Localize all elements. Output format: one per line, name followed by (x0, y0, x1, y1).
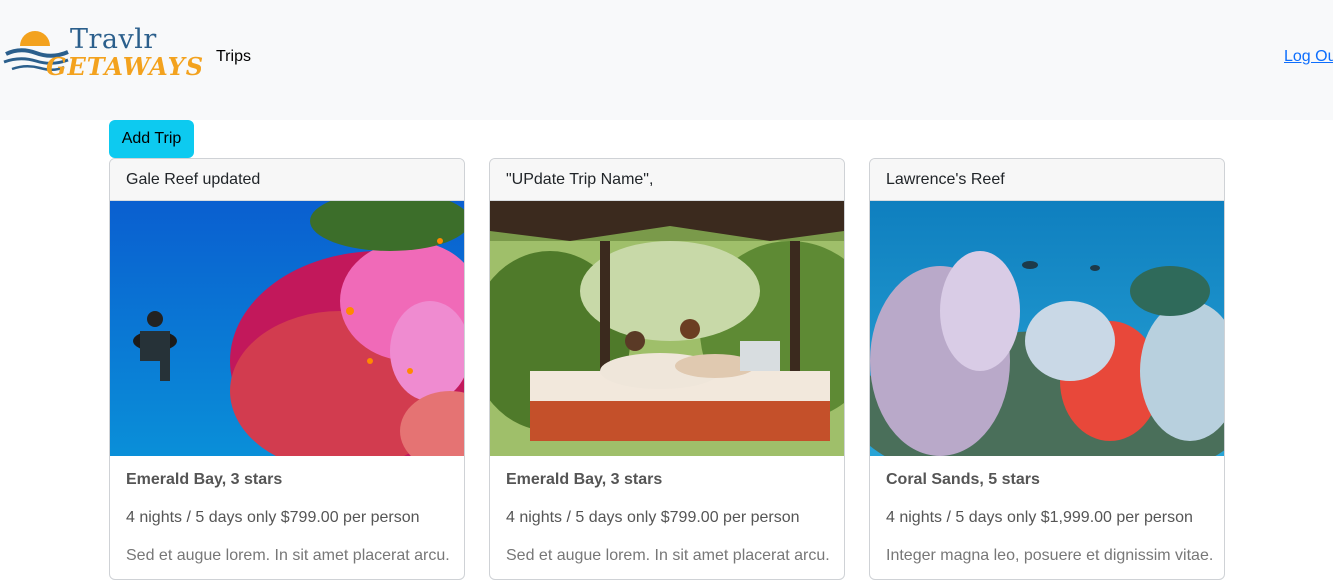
trip-price: 4 nights / 5 days only $1,999.00 per per… (886, 509, 1193, 526)
add-trip-button[interactable]: Add Trip (109, 120, 194, 158)
trip-description: Integer magna leo, posuere et dignissim … (886, 547, 1214, 564)
trip-price: 4 nights / 5 days only $799.00 per perso… (506, 509, 800, 526)
brand-name: Travlr (70, 24, 157, 55)
navbar: Travlr GETAWAYS Trips Log Out (0, 0, 1333, 120)
trip-card-title: "UPdate Trip Name", (490, 159, 844, 201)
trip-card-title: Gale Reef updated (110, 159, 464, 201)
trip-image (870, 201, 1224, 456)
trip-image (110, 201, 464, 456)
trip-description: Sed et augue lorem. In sit amet placerat… (506, 547, 830, 564)
trip-card-title: Lawrence's Reef (870, 159, 1224, 201)
trip-resort: Emerald Bay, 3 stars (126, 471, 283, 488)
trip-image (490, 201, 844, 456)
brand-subtitle: GETAWAYS (46, 52, 205, 81)
trip-card[interactable]: "UPdate Trip Name", Emerald Bay, 3 stars… (489, 158, 845, 580)
nav-link-trips[interactable]: Trips (216, 48, 251, 66)
trip-description: Sed et augue lorem. In sit amet placerat… (126, 547, 450, 564)
brand-logo[interactable]: Travlr GETAWAYS (2, 22, 203, 88)
trip-resort: Coral Sands, 5 stars (886, 471, 1040, 488)
logout-link[interactable]: Log Out (1284, 48, 1333, 66)
trip-resort: Emerald Bay, 3 stars (506, 471, 663, 488)
trip-card[interactable]: Lawrence's Reef Coral Sands, 5 stars 4 n… (869, 158, 1225, 580)
trip-card[interactable]: Gale Reef updated Emerald Bay, 3 stars 4… (109, 158, 465, 580)
trip-price: 4 nights / 5 days only $799.00 per perso… (126, 509, 420, 526)
